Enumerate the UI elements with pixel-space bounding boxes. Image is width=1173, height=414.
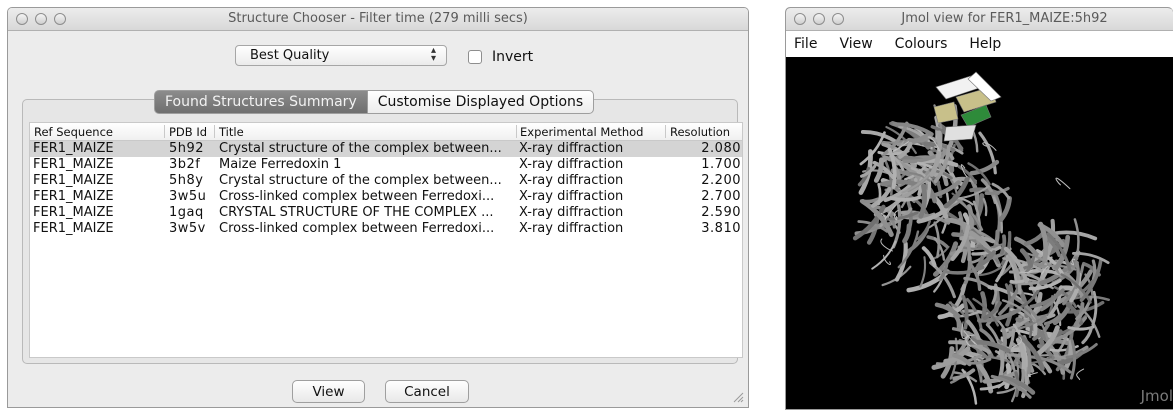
cell-ref-sequence: FER1_MAIZE — [33, 221, 114, 236]
column-header-ref-sequence[interactable]: Ref Sequence — [34, 125, 113, 139]
minimize-icon[interactable] — [813, 13, 825, 25]
cell-experimental-method: X-ray diffraction — [519, 221, 624, 236]
protein-ribbon — [859, 197, 880, 204]
table-row[interactable]: FER1_MAIZE 5h8y Crystal structure of the c… — [30, 173, 742, 189]
protein-coil — [1076, 368, 1085, 381]
column-header-experimental-method[interactable]: Experimental Method — [520, 125, 643, 139]
cell-ref-sequence: FER1_MAIZE — [33, 141, 114, 156]
molecule-viewer[interactable]: Jmol — [786, 57, 1173, 409]
cell-resolution: 1.700 — [701, 157, 741, 172]
protein-ribbon — [919, 256, 927, 288]
protein-ribbon — [998, 195, 1012, 223]
jmol-window: Jmol view for FER1_MAIZE:5h92 File View … — [785, 7, 1173, 410]
view-button[interactable]: View — [292, 380, 365, 403]
filter-select[interactable]: Best Quality ▴ ▾ — [235, 45, 447, 66]
menu-help[interactable]: Help — [969, 36, 1001, 52]
cell-experimental-method: X-ray diffraction — [519, 157, 624, 172]
cell-resolution: 2.080 — [701, 141, 741, 156]
protein-ribbon — [902, 223, 912, 244]
cancel-button[interactable]: Cancel — [385, 380, 469, 403]
table-header: Ref Sequence PDB Id Title Experimental M… — [30, 123, 742, 141]
cell-pdb-id: 1gaq — [169, 205, 204, 220]
cell-resolution: 2.200 — [701, 173, 741, 188]
protein-ribbon — [945, 265, 985, 275]
invert-label[interactable]: Invert — [492, 49, 533, 65]
jmol-window-title: Jmol view for FER1_MAIZE:5h92 — [901, 11, 1108, 26]
molecule-structure-render — [852, 71, 1110, 405]
table-row[interactable]: FER1_MAIZE 3w5u Cross-linked complex betwe… — [30, 189, 742, 205]
table-row[interactable]: FER1_MAIZE 3b2f Maize Ferredoxin 1 X-ray di… — [30, 157, 742, 173]
menu-file[interactable]: File — [794, 36, 817, 52]
cell-experimental-method: X-ray diffraction — [519, 189, 624, 204]
resize-grip-icon[interactable] — [733, 392, 744, 403]
protein-ribbon — [877, 182, 882, 206]
protein-coil — [1055, 177, 1071, 190]
cell-title: Cross-linked complex between Ferredoxi..… — [219, 189, 495, 204]
jmol-titlebar[interactable]: Jmol view for FER1_MAIZE:5h92 — [786, 8, 1173, 31]
table-row[interactable]: FER1_MAIZE 3w5v Cross-linked complex betwe… — [30, 221, 742, 237]
structures-table: Ref Sequence PDB Id Title Experimental M… — [29, 122, 743, 358]
protein-ribbon — [860, 130, 897, 144]
cell-resolution: 2.590 — [701, 205, 741, 220]
cell-pdb-id: 3w5u — [169, 189, 207, 204]
jmol-watermark: Jmol — [1140, 387, 1173, 405]
structure-chooser-window: Structure Chooser - Filter time (279 mil… — [7, 7, 749, 408]
cell-experimental-method: X-ray diffraction — [519, 141, 624, 156]
tab-bar: Found Structures Summary Customise Displ… — [154, 90, 595, 114]
cell-title: Crystal structure of the complex between… — [219, 141, 502, 156]
protein-ribbon — [881, 265, 912, 287]
filter-select-value: Best Quality — [250, 48, 330, 63]
protein-ribbon — [1067, 325, 1095, 331]
cell-title: Maize Ferredoxin 1 — [219, 157, 342, 172]
column-header-pdb-id[interactable]: PDB Id — [169, 125, 207, 139]
cell-ref-sequence: FER1_MAIZE — [33, 205, 114, 220]
cell-pdb-id: 5h92 — [169, 141, 205, 156]
cell-pdb-id: 5h8y — [169, 173, 204, 188]
tab-customise-displayed-options[interactable]: Customise Displayed Options — [367, 90, 595, 114]
protein-ribbon — [1072, 252, 1110, 265]
cell-pdb-id: 3w5v — [169, 221, 206, 236]
cell-ref-sequence: FER1_MAIZE — [33, 189, 114, 204]
table-row[interactable]: FER1_MAIZE 1gaq CRYSTAL STRUCTURE OF THE C… — [30, 205, 742, 221]
cell-experimental-method: X-ray diffraction — [519, 205, 624, 220]
table-row[interactable]: FER1_MAIZE 5h92 Crystal structure of the c… — [30, 141, 742, 157]
protein-ribbon — [982, 197, 988, 217]
tab-found-structures-summary[interactable]: Found Structures Summary — [154, 90, 368, 114]
cell-pdb-id: 3b2f — [169, 157, 201, 172]
column-header-title[interactable]: Title — [219, 125, 244, 139]
cell-resolution: 2.700 — [701, 189, 741, 204]
cell-experimental-method: X-ray diffraction — [519, 173, 624, 188]
menu-colours[interactable]: Colours — [895, 36, 948, 52]
column-header-resolution[interactable]: Resolution — [670, 125, 730, 139]
cell-title: Crystal structure of the complex between… — [219, 173, 502, 188]
protein-ribbon — [1091, 259, 1097, 281]
ferredoxin-ribbon — [933, 101, 959, 124]
cell-title: Cross-linked complex between Ferredoxi..… — [219, 221, 495, 236]
invert-checkbox[interactable] — [468, 50, 482, 64]
jmol-menubar: File View Colours Help — [786, 31, 1173, 57]
menu-view[interactable]: View — [839, 36, 872, 52]
cell-title: CRYSTAL STRUCTURE OF THE COMPLEX ... — [219, 205, 494, 220]
chooser-window-title: Structure Chooser - Filter time (279 mil… — [228, 11, 528, 26]
cell-ref-sequence: FER1_MAIZE — [33, 157, 114, 172]
cell-resolution: 3.810 — [701, 221, 741, 236]
chooser-titlebar[interactable]: Structure Chooser - Filter time (279 mil… — [8, 8, 748, 31]
cell-ref-sequence: FER1_MAIZE — [33, 173, 114, 188]
ferredoxin-ribbon — [943, 124, 977, 142]
close-icon[interactable] — [794, 13, 806, 25]
up-down-arrows-icon: ▴ ▾ — [430, 45, 436, 64]
